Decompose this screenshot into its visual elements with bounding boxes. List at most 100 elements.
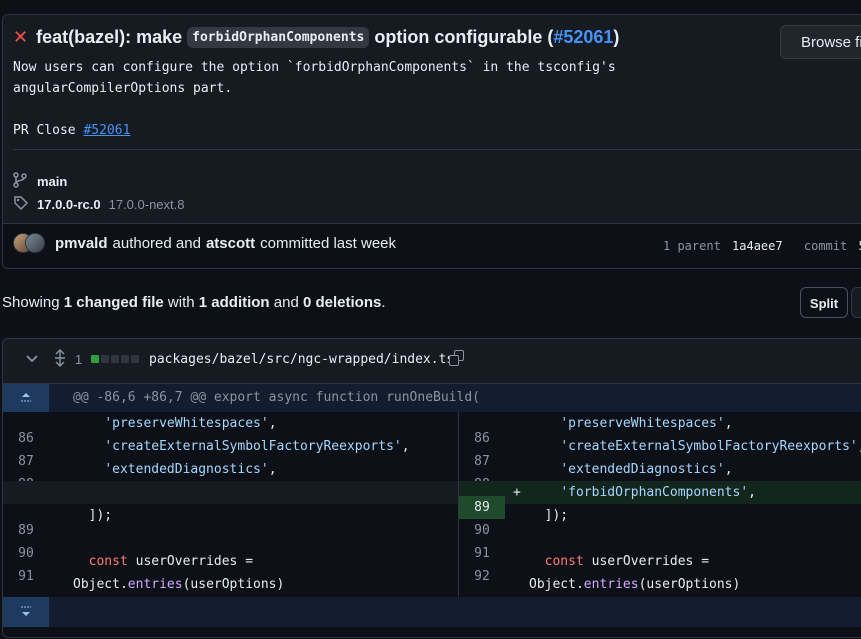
code-line: 'createExternalSymbolFactoryReexports', (529, 439, 861, 454)
code-text: , (724, 416, 733, 431)
x-icon[interactable]: ✕ (13, 27, 28, 48)
file-diff: 1 packages/bazel/src/ngc-wrapped/index.t… (2, 338, 861, 638)
branch-name[interactable]: main (37, 174, 67, 189)
commit-header: ✕ feat(bazel): make forbidOrphanComponen… (3, 15, 861, 223)
code-text: userOverrides = (583, 554, 710, 569)
author-name[interactable]: pmvald (55, 235, 108, 252)
additions-count: 1 addition (198, 294, 270, 311)
summary-text: Showing (2, 294, 64, 311)
code-text: , (268, 416, 277, 431)
hunk-footer (3, 597, 861, 627)
expand-down-icon[interactable] (3, 597, 49, 627)
code-line: const userOverrides = (529, 554, 709, 569)
expand-up-icon[interactable] (3, 384, 49, 412)
committer-name[interactable]: atscott (206, 235, 255, 252)
diff-line: 90 ]); (459, 504, 861, 538)
code-function: entries (127, 577, 183, 592)
commit-box: ✕ feat(bazel): make forbidOrphanComponen… (2, 14, 861, 269)
hunk-header: @@ -86,6 +86,7 @@ export async function … (3, 384, 861, 412)
divider (13, 149, 861, 150)
parent-row: 1 parent 1a4aee7 commit 59 (663, 239, 861, 253)
diff-line: 91 const userOverrides = (3, 550, 458, 584)
summary-text: with (163, 294, 199, 311)
author-row: pmvald authored and atscott committed la… (13, 233, 396, 253)
code-line: 'forbidOrphanComponents', (529, 485, 756, 500)
parent-label: 1 parent (663, 239, 721, 253)
expand-all-icon[interactable] (53, 349, 67, 370)
code-text: ]); (73, 508, 113, 523)
diff-line: 89 ]); (3, 504, 458, 538)
code-text: ]); (529, 508, 569, 523)
parent-sha[interactable]: 1a4aee7 (732, 239, 783, 253)
diff-line: 92 const userOverrides = (459, 550, 861, 584)
authored-text: authored and (112, 234, 201, 252)
diff-summary: Showing 1 changed file with 1 addition a… (2, 294, 386, 311)
code-string: 'extendedDiagnostics' (560, 462, 725, 477)
message-line-2: angularCompilerOptions part. (13, 81, 233, 96)
title-suffix: option configurable ( (374, 27, 554, 47)
diffstat-block (101, 355, 109, 363)
code-keyword: const (88, 554, 128, 569)
code-text: userOverrides = (127, 554, 254, 569)
title-prefix: feat(bazel): make (36, 27, 183, 47)
code-line: 'extendedDiagnostics', (529, 462, 733, 477)
diff-line-empty (3, 481, 458, 504)
divider (3, 223, 861, 224)
summary-text: . (381, 294, 386, 311)
code-keyword: const (544, 554, 584, 569)
title-close: ) (613, 27, 620, 47)
tag-name[interactable]: 17.0.0-rc.0 (37, 197, 101, 212)
code-text: , (724, 462, 733, 477)
commit-label: commit (803, 239, 848, 253)
code-function: entries (583, 577, 639, 592)
code-line: 'createExternalSymbolFactoryReexports', (73, 439, 410, 454)
message-pr-link[interactable]: #52061 (83, 123, 130, 138)
tag-icon (13, 195, 31, 214)
title-code: forbidOrphanComponents (187, 27, 370, 48)
code-text: (userOptions) (638, 577, 741, 592)
code-string: 'createExternalSymbolFactoryReexports' (104, 439, 402, 454)
split-view-button[interactable]: Split (800, 287, 848, 318)
diff-line: 86 'preserveWhitespaces', (3, 412, 458, 446)
avatar[interactable] (25, 233, 45, 253)
unified-view-button[interactable] (851, 287, 861, 318)
diff-line: 88 'extendedDiagnostics', (459, 458, 861, 492)
code-string: 'preserveWhitespaces' (560, 416, 725, 431)
code-text: , (268, 462, 277, 477)
code-text: Object. (529, 577, 584, 592)
code-string: 'createExternalSymbolFactoryReexports' (560, 439, 858, 454)
diff-line: 87 'createExternalSymbolFactoryReexports… (3, 435, 458, 469)
commit-message: Now users can configure the option `forb… (13, 57, 616, 141)
diff-line: Object.entries(userOptions) (459, 573, 861, 596)
addition-marker: + (513, 485, 521, 500)
copy-icon[interactable] (449, 350, 465, 366)
file-header: 1 packages/bazel/src/ngc-wrapped/index.t… (3, 339, 861, 384)
git-branch-icon (13, 172, 31, 191)
diffstat-block (111, 355, 119, 363)
file-path[interactable]: packages/bazel/src/ngc-wrapped/index.ts (149, 352, 454, 367)
hunk-text: @@ -86,6 +86,7 @@ export async function … (73, 390, 480, 405)
tag-more[interactable]: 17.0.0-next.8 (109, 197, 185, 212)
diff-line: 88 'extendedDiagnostics', (3, 458, 458, 492)
tag-row: 17.0.0-rc.0 17.0.0-next.8 (13, 195, 185, 214)
branch-row: main (13, 172, 67, 191)
browse-files-button[interactable]: Browse files (780, 25, 861, 59)
diff-line: Object.entries(userOptions) (3, 573, 458, 596)
title-pr-link[interactable]: #52061 (553, 27, 613, 48)
message-line-1: Now users can configure the option `forb… (13, 60, 616, 75)
code-line: 'preserveWhitespaces', (73, 416, 277, 431)
code-line: 'preserveWhitespaces', (529, 416, 733, 431)
code-line: const userOverrides = (73, 554, 253, 569)
code-string: 'forbidOrphanComponents' (560, 485, 749, 500)
code-line: Object.entries(userOptions) (73, 577, 284, 592)
code-text: (userOptions) (182, 577, 285, 592)
chevron-down-icon[interactable] (25, 351, 39, 368)
diffstat-block (131, 355, 139, 363)
diffstat-block (91, 355, 99, 363)
diff-line: 91 (459, 527, 861, 561)
commit-title: ✕ feat(bazel): make forbidOrphanComponen… (13, 27, 619, 48)
summary-text: and (269, 294, 303, 311)
code-text: , (401, 439, 410, 454)
message-pr-prefix: PR Close (13, 123, 84, 138)
diffstat-block (121, 355, 129, 363)
